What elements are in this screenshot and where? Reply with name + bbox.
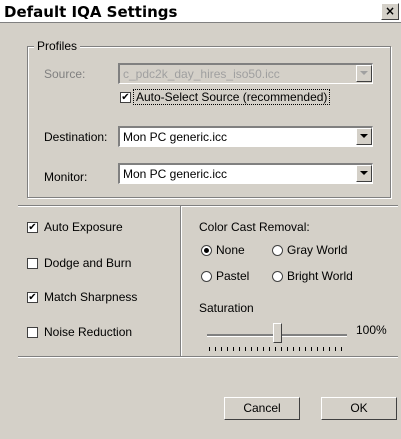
auto-select-label[interactable]: Auto-Select Source (recommended) [133,89,331,105]
radio-bright-world-label[interactable]: Bright World [287,269,353,283]
match-sharpness-label[interactable]: Match Sharpness [44,290,137,304]
color-cast-label: Color Cast Removal: [199,220,310,234]
destination-dropdown-button[interactable] [356,128,372,145]
source-dropdown-button[interactable] [356,65,372,82]
radio-pastel-label[interactable]: Pastel [216,269,249,283]
cancel-button[interactable]: Cancel [224,397,300,420]
profiles-group-label: Profiles [34,39,81,53]
radio-gray-world-label[interactable]: Gray World [287,243,347,257]
saturation-slider[interactable] [207,318,347,358]
saturation-ticks [209,347,345,351]
ok-button[interactable]: OK [321,397,397,420]
auto-exposure-label[interactable]: Auto Exposure [44,220,123,234]
close-button[interactable]: × [381,3,399,20]
auto-exposure-checkbox[interactable]: ✔ [27,222,38,233]
close-icon: × [384,4,396,18]
destination-value: Mon PC generic.icc [123,130,228,144]
radio-gray-world[interactable] [272,245,283,256]
radio-none-label[interactable]: None [216,243,245,257]
monitor-dropdown-button[interactable] [356,165,372,182]
chevron-down-icon [360,71,368,75]
monitor-label: Monitor: [44,170,88,184]
saturation-label: Saturation [199,301,254,315]
options-divider-top [18,205,398,207]
options-divider-vertical [180,206,182,356]
auto-select-checkbox[interactable]: ✔ [120,92,131,103]
dodge-burn-label[interactable]: Dodge and Burn [44,256,131,270]
destination-select[interactable]: Mon PC generic.icc [118,126,373,147]
monitor-select[interactable]: Mon PC generic.icc [118,163,373,184]
chevron-down-icon [360,171,368,175]
chevron-down-icon [360,134,368,138]
window-title: Default IQA Settings [4,3,178,21]
source-select[interactable]: c_pdc2k_day_hires_iso50.icc [118,63,373,84]
monitor-value: Mon PC generic.icc [123,167,228,181]
noise-reduction-checkbox[interactable] [27,327,38,338]
saturation-thumb[interactable] [273,323,282,343]
saturation-value: 100% [356,323,387,337]
dodge-burn-checkbox[interactable] [27,258,38,269]
radio-pastel[interactable] [201,271,212,282]
source-label: Source: [44,67,86,81]
radio-bright-world[interactable] [272,271,283,282]
title-bar: Default IQA Settings × [0,0,401,23]
source-value: c_pdc2k_day_hires_iso50.icc [123,67,280,81]
destination-label: Destination: [44,130,108,144]
radio-none[interactable] [201,245,212,256]
match-sharpness-checkbox[interactable]: ✔ [27,292,38,303]
noise-reduction-label[interactable]: Noise Reduction [44,325,132,339]
